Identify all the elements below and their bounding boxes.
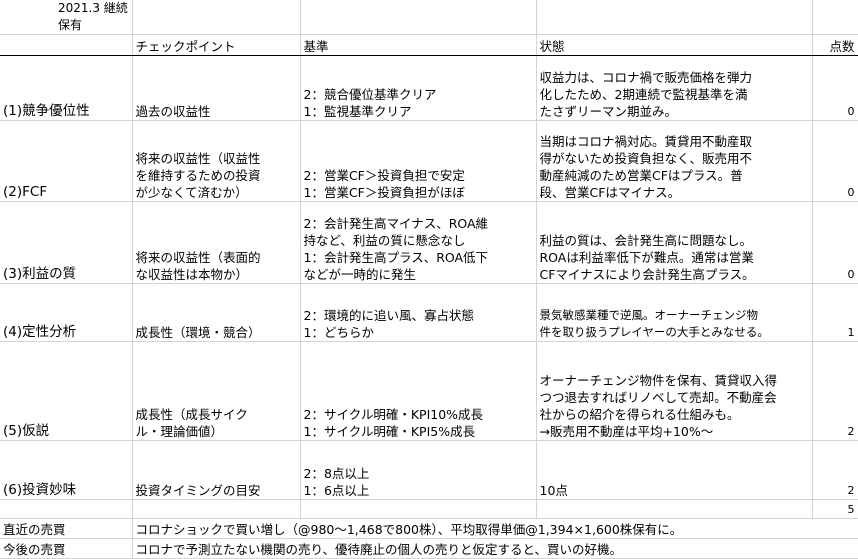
cell-empty[interactable] (132, 0, 301, 35)
row-criteria[interactable]: 2：会計発生高マイナス、ROA維 持など、利益の質に懸念なし 1：会計発生高プラ… (300, 201, 537, 284)
row-score[interactable]: 0 (812, 55, 858, 121)
evaluation-sheet: 2021.3 継続保有 チェックポイント 基準 状態 点数 (1)競争優位性 過… (0, 0, 858, 559)
recent-trade-text[interactable]: コロナショックで買い増し（@980〜1,468で800株）、平均取得単価@1,3… (132, 518, 858, 539)
row-check[interactable]: 成長性（成長サイク ル・理論価値） (132, 341, 301, 441)
row-check[interactable]: 投資タイミングの目安 (132, 440, 301, 500)
row-criteria[interactable]: 2：8点以上 1：6点以上 (300, 440, 537, 500)
row-criteria[interactable]: 2：環境的に追い風、寡占状態 1：どちらか (300, 283, 537, 342)
recent-trade-label[interactable]: 直近の売買 (0, 518, 133, 539)
row-status[interactable]: 利益の質は、会計発生高に問題なし。 ROAは利益率低下が難点。通常は営業 CFマ… (536, 201, 813, 284)
cell-empty[interactable] (300, 499, 537, 519)
cell-empty[interactable] (536, 0, 813, 35)
header-score[interactable]: 点数 (812, 34, 858, 56)
row-status[interactable]: 収益力は、コロナ禍で販売価格を弾力 化したため、2期連続で監視基準を満 たさずリ… (536, 55, 813, 121)
table-row: (1)競争優位性 過去の収益性 2：競合優位基準クリア 1：監視基準クリア 収益… (0, 55, 858, 121)
row-check[interactable]: 将来の収益性（収益性 を維持するための投資 が少なくて済むか） (132, 120, 301, 202)
row-status[interactable]: 当期はコロナ禍対応。賃貸用不動産取 得がないため投資負担なく、販売用不 動産純減… (536, 120, 813, 202)
future-trade-label[interactable]: 今後の売買 (0, 538, 133, 559)
sheet-title[interactable]: 2021.3 継続保有 (0, 0, 133, 35)
row-label[interactable]: (3)利益の質 (0, 201, 133, 284)
row-label[interactable]: (6)投資妙味 (0, 440, 133, 500)
row-score[interactable]: 0 (812, 201, 858, 284)
row-status[interactable]: 10点 (536, 440, 813, 500)
cell-empty[interactable] (812, 0, 858, 35)
total-score[interactable]: 5 (812, 499, 858, 519)
cell-empty[interactable] (0, 34, 133, 56)
row-check[interactable]: 過去の収益性 (132, 55, 301, 121)
row-criteria[interactable]: 2：営業CF＞投資負担で安定 1：営業CF＞投資負担がほぼ (300, 120, 537, 202)
cell-empty[interactable] (300, 0, 537, 35)
title-row: 2021.3 継続保有 (0, 0, 858, 35)
future-trade-text[interactable]: コロナで予測立たない機関の売り、優待廃止の個人の売りと仮定すると、買いの好機。 (132, 538, 858, 559)
header-criteria[interactable]: 基準 (300, 34, 537, 56)
row-label[interactable]: (5)仮説 (0, 341, 133, 441)
row-status[interactable]: 景気敏感業種で逆風。オーナーチェンジ物 件を取り扱うプレイヤーの大手とみなせる。 (536, 283, 813, 342)
total-row: 5 (0, 499, 858, 519)
row-criteria[interactable]: 2：競合優位基準クリア 1：監視基準クリア (300, 55, 537, 121)
row-score[interactable]: 1 (812, 283, 858, 342)
table-row: (4)定性分析 成長性（環境・競合） 2：環境的に追い風、寡占状態 1：どちらか… (0, 283, 858, 342)
row-check[interactable]: 成長性（環境・競合） (132, 283, 301, 342)
row-label[interactable]: (2)FCF (0, 120, 133, 202)
row-status[interactable]: オーナーチェンジ物件を保有、賃貸収入得 つつ退去すればリノベして売却。不動産会 … (536, 341, 813, 441)
cell-empty[interactable] (132, 499, 301, 519)
row-score[interactable]: 2 (812, 341, 858, 441)
row-score[interactable]: 2 (812, 440, 858, 500)
table-row: (3)利益の質 将来の収益性（表面的 な収益性は本物か） 2：会計発生高マイナス… (0, 201, 858, 284)
header-check-point[interactable]: チェックポイント (132, 34, 301, 56)
header-row: チェックポイント 基準 状態 点数 (0, 34, 858, 56)
header-status[interactable]: 状態 (536, 34, 813, 56)
row-criteria[interactable]: 2：サイクル明確・KPI10%成長 1：サイクル明確・KPI5%成長 (300, 341, 537, 441)
recent-trade-row: 直近の売買 コロナショックで買い増し（@980〜1,468で800株）、平均取得… (0, 518, 858, 539)
cell-empty[interactable] (0, 499, 133, 519)
row-label[interactable]: (1)競争優位性 (0, 55, 133, 121)
table-row: (5)仮説 成長性（成長サイク ル・理論価値） 2：サイクル明確・KPI10%成… (0, 341, 858, 441)
row-label[interactable]: (4)定性分析 (0, 283, 133, 342)
future-trade-row: 今後の売買 コロナで予測立たない機関の売り、優待廃止の個人の売りと仮定すると、買… (0, 538, 858, 559)
table-row: (2)FCF 将来の収益性（収益性 を維持するための投資 が少なくて済むか） 2… (0, 120, 858, 202)
row-score[interactable]: 0 (812, 120, 858, 202)
cell-empty[interactable] (536, 499, 813, 519)
row-check[interactable]: 将来の収益性（表面的 な収益性は本物か） (132, 201, 301, 284)
table-row: (6)投資妙味 投資タイミングの目安 2：8点以上 1：6点以上 10点 2 (0, 440, 858, 500)
